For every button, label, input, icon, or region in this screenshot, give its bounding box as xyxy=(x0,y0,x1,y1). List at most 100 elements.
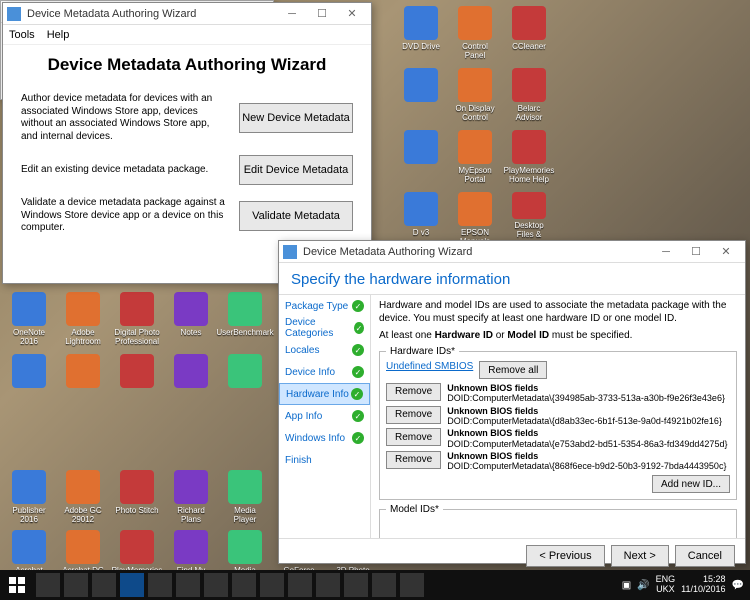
sidebar-item[interactable]: Locales✓ xyxy=(279,339,370,361)
desktop-icon[interactable]: OneNote 2016 xyxy=(6,292,52,348)
desktop-icon[interactable] xyxy=(398,130,444,186)
sidebar-item[interactable]: App Info✓ xyxy=(279,405,370,427)
remove-id-button[interactable]: Remove xyxy=(386,406,441,424)
desktop-icon[interactable]: Richard Plans xyxy=(168,470,214,526)
menu-help[interactable]: Help xyxy=(47,29,70,41)
close-button[interactable]: ✕ xyxy=(337,4,367,24)
desktop-icon[interactable]: PlayMemories Home Help xyxy=(506,130,552,186)
task-icon[interactable] xyxy=(232,573,256,597)
desktop-icon[interactable]: Media Player xyxy=(222,470,268,526)
task-icon[interactable] xyxy=(344,573,368,597)
task-icon[interactable] xyxy=(176,573,200,597)
menu-tools[interactable]: Tools xyxy=(9,29,35,41)
tray-lang[interactable]: ENGUKX xyxy=(656,575,676,595)
model-ids-fieldset: Model IDs* Add new ID... xyxy=(379,504,737,538)
desktop-icon[interactable]: Publisher 2016 xyxy=(6,470,52,526)
add-new-hw-id-button[interactable]: Add new ID... xyxy=(652,475,730,493)
desktop-icon[interactable]: MyEpson Portal xyxy=(452,130,498,186)
desktop-icon[interactable]: Notes xyxy=(168,292,214,348)
tray-clock[interactable]: 15:2811/10/2016 xyxy=(681,575,725,595)
task-icon[interactable] xyxy=(400,573,424,597)
desktop-icon[interactable] xyxy=(6,354,52,410)
desktop-icon[interactable]: Control Panel xyxy=(452,6,498,62)
wizard-footer: < Previous Next > Cancel xyxy=(279,538,745,573)
tray-icon[interactable]: ▣ xyxy=(622,580,631,591)
wiz2-titlebar[interactable]: Device Metadata Authoring Wizard ─ ☐ ✕ xyxy=(279,241,745,263)
section-desc: Edit an existing device metadata package… xyxy=(21,164,225,177)
desktop-icon[interactable]: PlayMemories Home xyxy=(114,530,160,570)
tray-icon[interactable]: 🔊 xyxy=(637,580,649,591)
task-icon[interactable] xyxy=(316,573,340,597)
remove-id-button[interactable]: Remove xyxy=(386,451,441,469)
desktop-icon[interactable] xyxy=(398,68,444,124)
task-icon[interactable] xyxy=(120,573,144,597)
remove-id-button[interactable]: Remove xyxy=(386,428,441,446)
app-icon xyxy=(283,245,297,259)
close-button[interactable]: ✕ xyxy=(711,242,741,262)
desktop-icon[interactable]: Acrobat DC xyxy=(60,530,106,570)
sidebar-item[interactable]: Finish xyxy=(279,449,370,471)
start-button[interactable] xyxy=(0,570,34,600)
next-button[interactable]: Next > xyxy=(611,545,669,567)
checkmark-icon: ✓ xyxy=(352,410,364,422)
wiz1-heading: Device Metadata Authoring Wizard xyxy=(3,55,371,75)
desktop-icon[interactable]: DVD Drive xyxy=(398,6,444,62)
desktop-icon[interactable]: Digital Photo Professional xyxy=(114,292,160,348)
checkmark-icon: ✓ xyxy=(352,300,364,312)
wiz1-title: Device Metadata Authoring Wizard xyxy=(27,8,196,20)
previous-button[interactable]: < Previous xyxy=(526,545,604,567)
checkmark-icon: ✓ xyxy=(351,388,363,400)
desktop-icon[interactable]: CCleaner xyxy=(506,6,552,62)
desktop-icon[interactable] xyxy=(168,354,214,410)
intro-text-1: Hardware and model IDs are used to assoc… xyxy=(379,299,737,325)
task-icon[interactable] xyxy=(288,573,312,597)
hw-id-entry: Unknown BIOS fieldsDOID:ComputerMetadata… xyxy=(447,383,730,404)
task-icon[interactable] xyxy=(204,573,228,597)
sidebar-item[interactable]: Package Type✓ xyxy=(279,295,370,317)
sidebar-item[interactable]: Device Info✓ xyxy=(279,361,370,383)
desktop-icon[interactable]: Belarc Advisor xyxy=(506,68,552,124)
task-icon[interactable] xyxy=(64,573,88,597)
cancel-button[interactable]: Cancel xyxy=(675,545,735,567)
app-icon xyxy=(7,7,21,21)
desktop-icon[interactable]: UserBenchmark xyxy=(222,292,268,348)
desktop-icon[interactable]: Media Server xyxy=(222,530,268,570)
desktop-icon[interactable] xyxy=(222,354,268,410)
undefined-smbios-link[interactable]: Undefined SMBIOS xyxy=(386,361,473,379)
maximize-button[interactable]: ☐ xyxy=(307,4,337,24)
task-icon[interactable] xyxy=(148,573,172,597)
sidebar-item[interactable]: Hardware Info✓ xyxy=(279,383,370,405)
system-tray[interactable]: ▣ 🔊 ENGUKX 15:2811/10/2016 💬 xyxy=(622,575,750,595)
task-icon[interactable] xyxy=(260,573,284,597)
task-icon[interactable] xyxy=(372,573,396,597)
wizard-button[interactable]: Edit Device Metadata xyxy=(239,155,353,185)
hardware-ids-fieldset: Hardware IDs* Undefined SMBIOS Remove al… xyxy=(379,346,737,500)
hw-id-entry: Unknown BIOS fieldsDOID:ComputerMetadata… xyxy=(447,451,730,472)
desktop-icon[interactable]: Photo Stitch xyxy=(114,470,160,526)
wizard-button[interactable]: New Device Metadata xyxy=(239,103,353,133)
minimize-button[interactable]: ─ xyxy=(277,4,307,24)
wizard-button[interactable]: Validate Metadata xyxy=(239,201,353,231)
task-icon[interactable] xyxy=(92,573,116,597)
task-icon[interactable] xyxy=(36,573,60,597)
desktop-icon[interactable] xyxy=(114,354,160,410)
sidebar-item[interactable]: Device Categories✓ xyxy=(279,317,370,339)
maximize-button[interactable]: ☐ xyxy=(681,242,711,262)
checkmark-icon: ✓ xyxy=(354,322,364,334)
minimize-button[interactable]: ─ xyxy=(651,242,681,262)
desktop-icon[interactable]: On Display Control xyxy=(452,68,498,124)
remove-id-button[interactable]: Remove xyxy=(386,383,441,401)
desktop-icon[interactable]: Find My iPhone xyxy=(168,530,214,570)
wiz1-titlebar[interactable]: Device Metadata Authoring Wizard ─ ☐ ✕ xyxy=(3,3,371,25)
hw-id-entry: Unknown BIOS fieldsDOID:ComputerMetadata… xyxy=(447,406,730,427)
notifications-icon[interactable]: 💬 xyxy=(732,580,744,591)
checkmark-icon: ✓ xyxy=(352,366,364,378)
desktop-icon[interactable]: Adobe GC 29012 xyxy=(60,470,106,526)
desktop-icon[interactable] xyxy=(60,354,106,410)
remove-all-button[interactable]: Remove all xyxy=(479,361,547,379)
sidebar-item[interactable]: Windows Info✓ xyxy=(279,427,370,449)
desktop-icon[interactable]: Adobe Lightroom xyxy=(60,292,106,348)
desktop-icon[interactable]: Acrobat Reader DC xyxy=(6,530,52,570)
wiz1-menubar: Tools Help xyxy=(3,25,371,45)
taskbar[interactable]: ▣ 🔊 ENGUKX 15:2811/10/2016 💬 xyxy=(0,570,750,600)
